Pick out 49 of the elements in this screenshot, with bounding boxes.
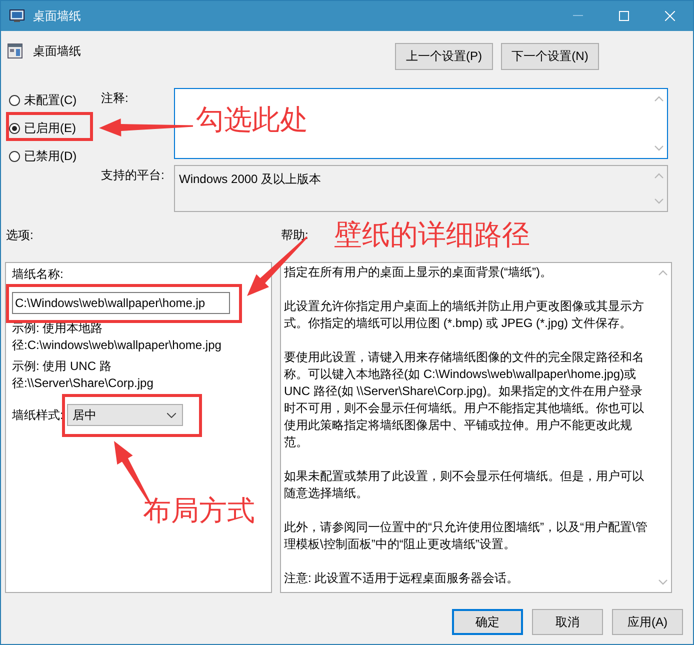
help-paragraph: 此外，请参阅同一位置中的“只允许使用位图墙纸”，以及“用户配置\管理模板\控制面板”中的“阻止更改墙纸”设置。 (284, 519, 648, 553)
radio-button[interactable] (9, 150, 20, 162)
close-icon[interactable] (665, 11, 675, 21)
radio-label: 已禁用(D) (24, 148, 77, 164)
comment-label: 注释: (101, 90, 128, 107)
radio-button[interactable] (9, 94, 20, 106)
apply-button[interactable]: 应用(A) (612, 609, 683, 635)
field-label: 墙纸名称: (12, 266, 64, 283)
annotation-label: 勾选此处 (196, 105, 308, 136)
platform-value: Windows 2000 及以上版本 (178, 171, 322, 188)
maximize-icon[interactable] (619, 11, 629, 21)
caret-icon (167, 412, 176, 418)
options-heading: 选项: (6, 227, 34, 244)
scroll-up-icon[interactable] (654, 96, 664, 102)
ok-button[interactable]: 确定 (452, 609, 523, 635)
comment-field[interactable] (174, 88, 668, 159)
scroll-down-icon[interactable] (654, 198, 664, 204)
scroll-up-icon[interactable] (654, 173, 664, 179)
radio-label: 已启用(E) (24, 120, 76, 136)
cancel-button[interactable]: 取消 (532, 609, 603, 635)
radio-option[interactable]: 已启用(E) (9, 119, 76, 137)
radio-label: 未配置(C) (24, 92, 77, 108)
scroll-down-icon[interactable] (658, 579, 668, 585)
example-text: 示例: 使用本地路径:C:\windows\web\wallpaper\home.jpg (12, 320, 222, 354)
help-paragraph: 此设置允许你指定用户桌面上的墙纸并防止用户更改图像或其显示方式。你指定的墙纸可以用位图 (*.bmp) 或 JPEG (*.jpg) 文件保存。 (284, 298, 645, 332)
scroll-up-icon[interactable] (658, 270, 668, 276)
next-setting-button[interactable]: 下一个设置(N) (501, 43, 599, 70)
radio-option[interactable]: 已禁用(D) (9, 147, 77, 165)
radio-option[interactable]: 未配置(C) (9, 91, 77, 109)
scroll-down-icon[interactable] (654, 145, 664, 151)
field-label: 墙纸样式: (12, 406, 64, 424)
help-paragraph: 指定在所有用户的桌面上显示的桌面背景(“墙纸”)。 (284, 264, 553, 281)
annotation-label: 布局方式 (143, 496, 255, 527)
help-paragraph: 如果未配置或禁用了此设置，则不会显示任何墙纸。但是，用户可以随意选择墙纸。 (284, 468, 645, 502)
dropdown-value: 居中 (72, 406, 96, 424)
annotation-label: 壁纸的详细路径 (334, 220, 530, 251)
help-paragraph: 注意: 此设置不适用于远程桌面服务器会话。 (284, 570, 520, 587)
minimize-icon[interactable] (573, 15, 583, 17)
app-icon (9, 9, 25, 23)
example-text: 示例: 使用 UNC 路径:\\Server\Share\Corp.jpg (12, 358, 154, 392)
window-title: 桌面墙纸 (33, 8, 82, 24)
style-dropdown[interactable]: 居中 (67, 404, 184, 426)
wallpaper-path-field[interactable]: C:\Windows\web\wallpaper\home.jp (12, 292, 230, 314)
help-paragraph: 要使用此设置，请键入用来存储墙纸图像的文件的完全限定路径和名称。可以键入本地路径(如 C:\Windows\web\wallpaper\home.jpg)或 UNC 路径(如 \\Server\Share\Corp.jpg)。如果指定的文件在用户登录时不可用，则不会显示任何墙纸。用户不能指定其他墙纸。你也可以使用此策略指定将墙纸图像居中、平铺或拉伸。用户不能更改此规范。 (284, 349, 645, 451)
policy-title: 桌面墙纸 (33, 43, 82, 60)
policy-icon (7, 43, 23, 59)
radio-button[interactable] (9, 122, 20, 134)
platform-label: 支持的平台: (101, 167, 164, 184)
previous-setting-button[interactable]: 上一个设置(P) (395, 43, 493, 70)
